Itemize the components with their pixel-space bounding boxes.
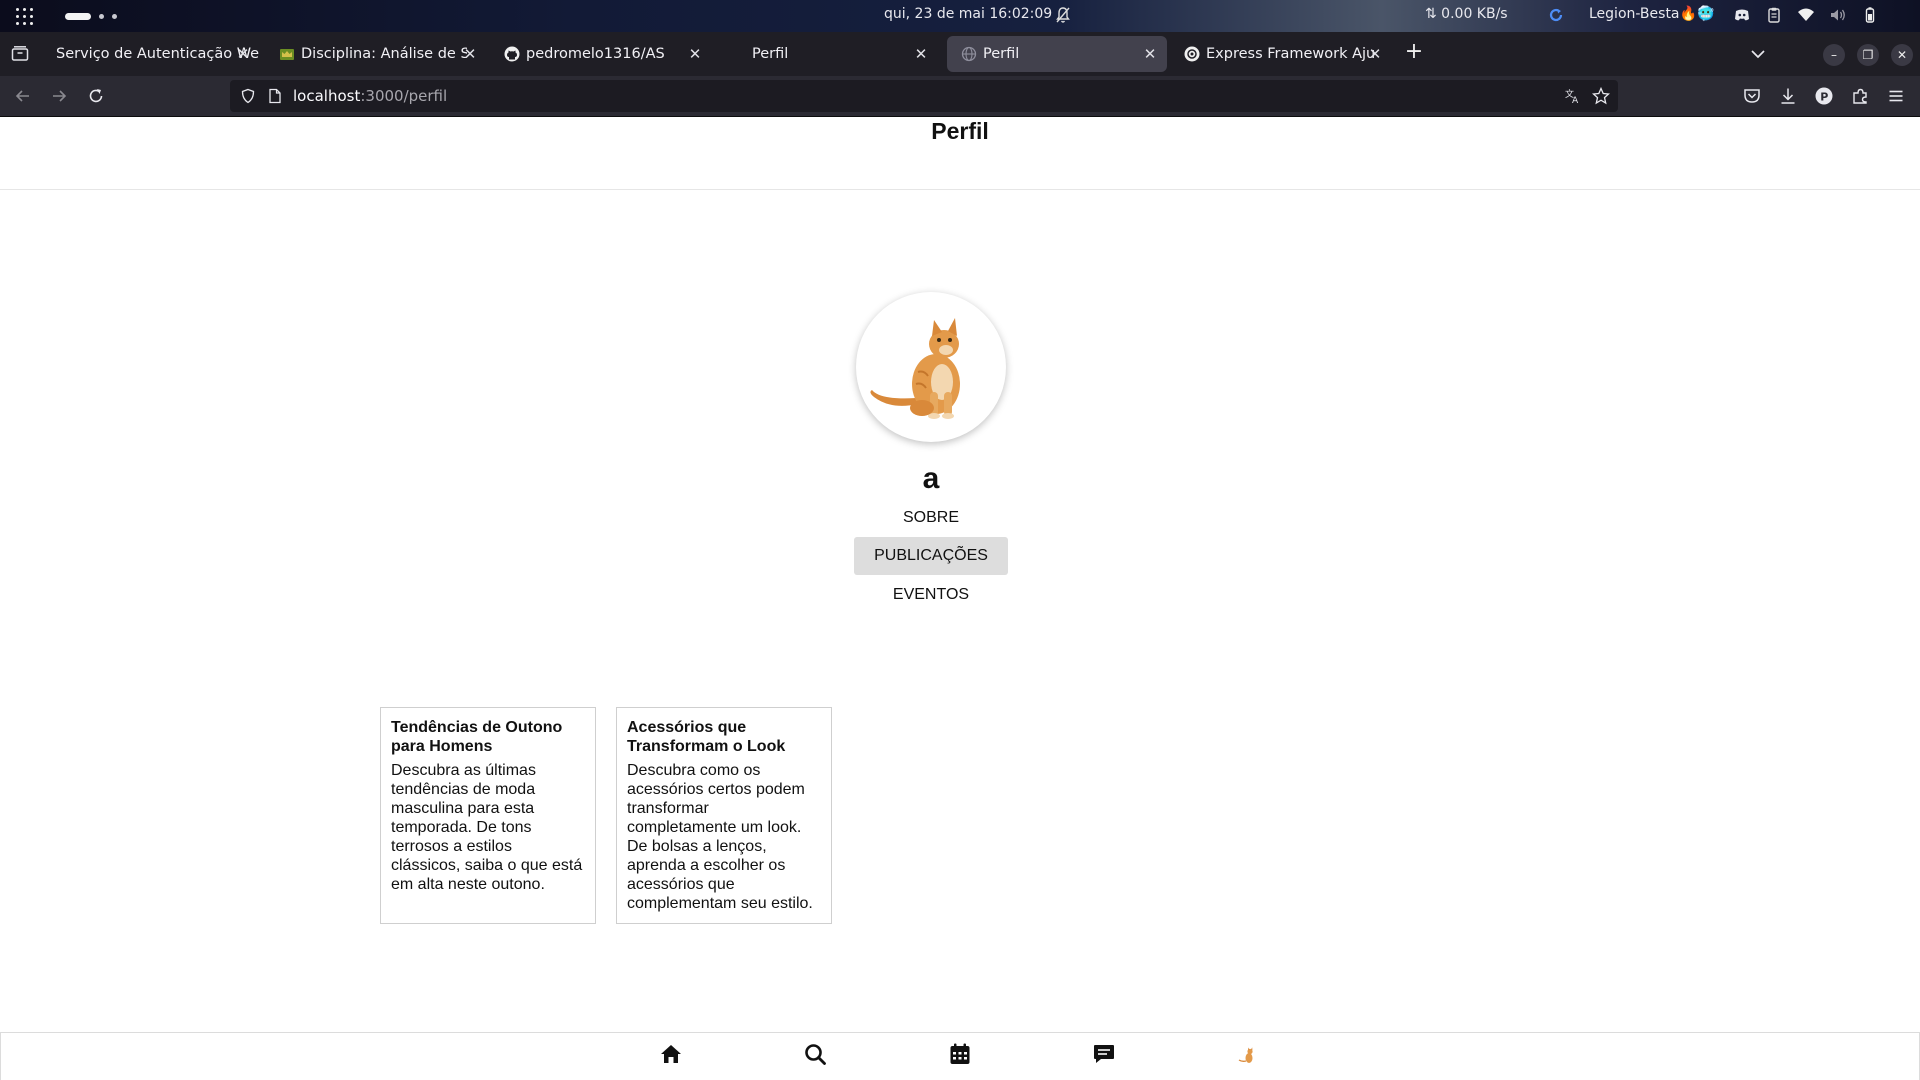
reload-icon[interactable] [86,86,106,106]
close-window-icon[interactable]: ✕ [1891,44,1913,66]
forward-arrow-icon[interactable] [49,86,69,106]
home-icon[interactable] [659,1042,683,1066]
new-tab-plus-icon[interactable]: + [1404,41,1424,63]
notifications-muted-icon[interactable] [1055,6,1071,24]
profile-username: a [922,462,940,495]
hamburger-menu-icon[interactable] [1886,86,1906,106]
volume-muted-icon[interactable] [1829,6,1847,24]
close-tab-icon[interactable]: ✕ [912,45,930,63]
post-body: Descubra como os acessórios certos podem… [627,762,813,912]
discord-icon[interactable] [1733,6,1751,24]
tab-label: Serviço de Autenticação Web [56,46,260,62]
cat-image [870,318,960,419]
extensions-puzzle-icon[interactable] [1850,86,1870,106]
url-path: :3000/perfil [360,87,448,105]
search-icon[interactable] [803,1042,827,1066]
profile-avatar-icon[interactable] [1236,1042,1260,1066]
post-body: Descubra as últimas tendências de moda m… [391,762,583,893]
close-tab-icon[interactable]: ✕ [1141,45,1159,63]
wifi-icon[interactable] [1797,6,1815,24]
tab-express-ajuda[interactable]: Express Framework Ajuda ✕ [1170,36,1392,72]
workspace-dot[interactable] [99,14,104,19]
calendar-icon[interactable] [948,1042,972,1066]
workspace-active[interactable] [65,13,91,20]
profile-tab-eventos[interactable]: EVENTOS [854,576,1008,614]
post-card[interactable]: Acessórios que Transformam o Look Descub… [616,707,832,924]
network-speed: ⇅ 0.00 KB/s [1425,6,1508,22]
pocket-icon[interactable] [1742,86,1762,106]
system-tray [1733,6,1879,24]
system-clock[interactable]: qui, 23 de mai 16:02:09 [884,6,1052,22]
system-top-bar: qui, 23 de mai 16:02:09 ⇅ 0.00 KB/s Legi… [0,0,1920,32]
account-avatar-icon[interactable]: P [1814,86,1834,106]
chevron-down-icon[interactable] [1749,45,1767,63]
post-card[interactable]: Tendências de Outono para Homens Descubr… [380,707,596,924]
tab-label: Perfil [752,46,789,62]
url-text[interactable]: localhost:3000/perfil [293,87,447,105]
tab-manager-icon[interactable] [10,44,30,64]
restore-window-icon[interactable]: ❐ [1857,44,1879,66]
sync-icon[interactable] [1548,7,1564,23]
clipboard-icon[interactable] [1765,6,1783,24]
profile-tab-publicacoes[interactable]: PUBLICAÇÕES [854,537,1008,575]
tab-autenticacao[interactable]: Serviço de Autenticação Web ✕ [42,36,260,72]
battery-icon[interactable] [1861,6,1879,24]
tab-perfil-active[interactable]: Perfil ✕ [947,36,1167,72]
tracking-shield-icon[interactable] [240,88,256,104]
globe-icon [961,46,977,62]
openai-icon [1184,46,1200,62]
close-tab-icon[interactable]: ✕ [461,45,479,63]
translate-icon[interactable]: 文 A [1564,87,1582,105]
page-title: Perfil [931,118,989,144]
profile-tab-sobre[interactable]: SOBRE [854,499,1008,537]
profile-avatar[interactable] [856,292,1006,442]
system-username[interactable]: Legion-Besta🔥🥶 [1589,6,1714,22]
tab-label: Express Framework Ajuda [1206,46,1376,62]
post-title: Acessórios que Transformam o Look [627,719,786,755]
workspace-dot[interactable] [112,14,117,19]
tab-label: Perfil [983,46,1020,62]
svg-text:P: P [1820,91,1828,104]
downloads-icon[interactable] [1778,86,1798,106]
close-tab-icon[interactable]: ✕ [1366,45,1384,63]
minimize-window-icon[interactable]: – [1823,44,1845,66]
crown-icon [280,49,294,60]
back-arrow-icon[interactable] [13,86,33,106]
chat-icon[interactable] [1092,1042,1116,1066]
post-title: Tendências de Outono para Homens [391,719,563,755]
bookmark-star-icon[interactable] [1592,87,1610,105]
github-icon [504,46,520,62]
url-host: localhost [293,87,361,105]
tab-github[interactable]: pedromelo1316/AS ✕ [490,36,712,72]
tab-label: Disciplina: Análise de Sist [301,46,467,62]
page-info-icon[interactable] [268,88,282,104]
tab-disciplina[interactable]: Disciplina: Análise de Sist ✕ [265,36,487,72]
tab-label: pedromelo1316/AS [526,46,665,62]
close-tab-icon[interactable]: ✕ [686,45,704,63]
address-bar[interactable]: localhost:3000/perfil 文 A [230,80,1618,112]
svg-text:A: A [1572,96,1579,105]
workspace-indicator[interactable] [65,13,117,20]
close-tab-icon[interactable]: ✕ [234,45,252,63]
tab-perfil-1[interactable]: Perfil ✕ [716,36,938,72]
apps-grid-icon[interactable] [16,8,33,25]
